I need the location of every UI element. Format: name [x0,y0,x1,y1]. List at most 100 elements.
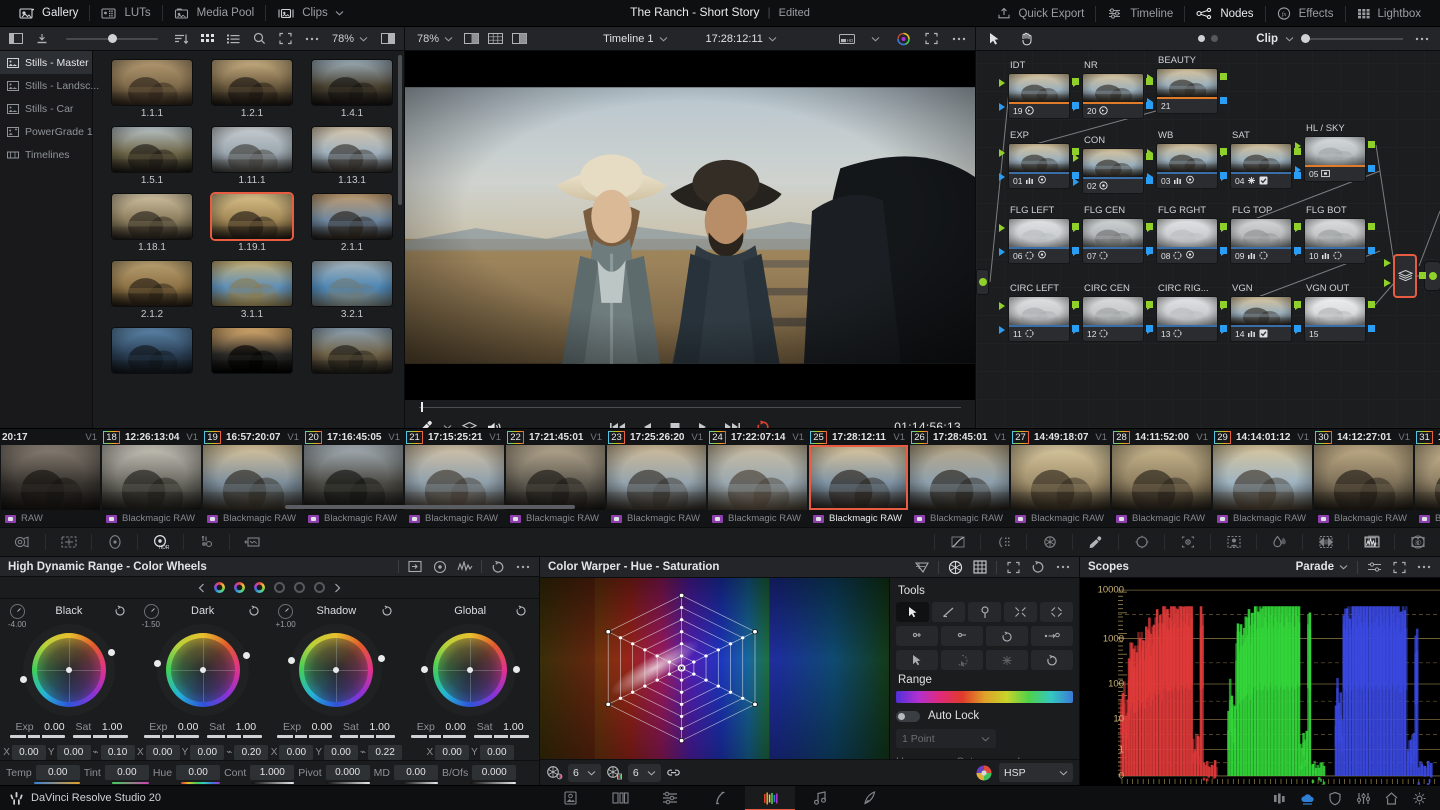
timeline-clip[interactable]: 25 17:28:12:11 V1 Blackmagic RAW [808,429,909,527]
node-input-blue-port[interactable] [1147,173,1153,181]
toolbar-nodes[interactable]: Nodes [1185,0,1264,27]
color-node[interactable]: SAT 04 [1230,143,1292,189]
node-input-green-port[interactable] [1221,302,1227,310]
node-input-blue-port[interactable] [1073,326,1079,334]
gallery-still[interactable]: 1.18.1 [104,194,200,253]
log-wheels-icon[interactable] [230,528,275,556]
gallery-still[interactable] [204,328,300,376]
node-input-green-port[interactable] [1147,74,1153,82]
extra-value[interactable]: 0.22 [368,745,402,760]
node-input-blue-port[interactable] [1147,326,1153,334]
node-input-green-port[interactable] [1295,142,1301,150]
node-box[interactable]: 03 [1156,143,1218,189]
gallery-still[interactable]: 2.1.2 [104,261,200,320]
move-to-point-icon[interactable] [1031,626,1073,646]
node-output-blue-port[interactable] [1368,325,1375,332]
node-input-blue-port[interactable] [999,248,1005,256]
node-input-green-port[interactable] [999,302,1005,310]
color-wheel-control[interactable] [157,624,249,716]
sidebar-item-timelines[interactable]: Timelines [0,143,92,166]
color-node[interactable]: HL / SKY 05 [1304,136,1366,182]
color-node[interactable]: CON 02 [1082,148,1144,194]
wheel-ring-knob[interactable] [421,666,428,673]
pick-arrow-icon[interactable] [896,650,938,670]
output-node[interactable] [1424,261,1440,291]
media-page-button[interactable] [545,786,595,810]
still-thumbnail[interactable] [212,261,292,306]
point-count-select[interactable]: 1 Point [896,729,996,748]
node-output-green-port[interactable] [1368,223,1375,230]
link-icon[interactable] [666,766,681,779]
timeline-clip[interactable]: 26 17:28:45:01 V1 Blackmagic RAW [909,429,1010,527]
chevron-down-icon[interactable] [863,29,887,49]
y-value[interactable]: 0.00 [57,745,91,760]
sidebar-item-stills-master[interactable]: Stills - Master [0,51,92,74]
more-options-icon[interactable] [947,29,971,49]
clip-thumbnail[interactable] [405,445,504,510]
auto-lock-toggle[interactable] [896,711,920,722]
x-value[interactable]: 0.00 [279,745,313,760]
node-input-green-port[interactable] [1147,224,1153,232]
node-box[interactable]: 08 [1156,218,1218,264]
exp-value[interactable]: 0.00 [170,721,198,733]
color-page-button[interactable] [745,786,795,810]
sat-value[interactable]: 1.00 [228,721,256,733]
clip-thumbnail[interactable] [910,445,1009,510]
split-screen-icon[interactable] [459,29,483,49]
cloud-icon[interactable] [1294,786,1320,810]
node-input-blue-port[interactable] [999,326,1005,334]
blur-icon[interactable] [1257,528,1302,556]
field-value[interactable]: 0.00 [105,765,149,780]
node-input-blue-port[interactable] [1221,248,1227,256]
node-input-green-port[interactable] [1295,224,1301,232]
exp-slider[interactable] [411,735,466,738]
node-box[interactable]: 20 [1082,73,1144,119]
color-node[interactable]: VGN 14 [1230,296,1292,342]
clip-thumbnail[interactable] [1,445,100,510]
fullscreen-icon[interactable] [1001,558,1025,577]
timeline-clip[interactable]: 29 14:14:01:12 V1 Blackmagic RAW [1212,429,1313,527]
list-view-button[interactable] [222,29,246,49]
wheel-center-handle[interactable] [200,667,206,673]
clip-thumbnail[interactable] [1314,445,1413,510]
wheel-ring-knob[interactable] [154,660,161,667]
node-zoom-slider[interactable] [1301,38,1403,40]
timeline-clip[interactable]: 30 14:12:27:01 V1 Blackmagic RAW [1313,429,1414,527]
node-box[interactable]: 12 [1082,296,1144,342]
pin-icon[interactable] [968,602,1001,622]
wheel-page-indicator[interactable] [234,582,245,593]
node-box[interactable]: 10 [1304,218,1366,264]
wheel-dial-icon[interactable] [144,604,159,619]
clip-thumbnail[interactable] [809,445,908,510]
timeline-selector[interactable]: Timeline 1 [603,33,667,45]
still-thumbnail[interactable] [112,261,192,306]
field-value[interactable]: 0.000 [472,765,516,780]
clip-thumbnail[interactable] [1415,445,1440,510]
node-view-dot[interactable] [1211,35,1218,42]
y-value[interactable]: 0.00 [480,745,514,760]
viewer-scrubber[interactable] [405,400,975,414]
field-value[interactable]: 0.00 [36,765,80,780]
node-input-blue-port[interactable] [1221,173,1227,181]
node-input-blue-port[interactable] [999,173,1005,181]
still-thumbnail[interactable] [212,60,292,105]
toolbar-timeline[interactable]: Timeline [1096,0,1184,27]
color-node[interactable]: EXP 01 [1008,143,1070,189]
node-output-green-port[interactable] [1220,73,1227,80]
wheel-page-indicator[interactable] [214,582,225,593]
node-input-blue-port[interactable] [1073,178,1079,186]
color-node[interactable]: FLG LEFT 06 [1008,218,1070,264]
fusion-page-button[interactable] [695,786,745,810]
node-output-green-port[interactable] [1368,141,1375,148]
search-icon[interactable] [248,29,272,49]
color-wheel-control[interactable] [424,624,516,716]
toolbar-media-pool[interactable]: Media Pool [163,0,266,27]
layer-input-port-2[interactable] [1384,279,1391,287]
source-node[interactable] [976,269,989,295]
gallery-still[interactable]: 3.1.1 [204,261,300,320]
clip-thumbnail[interactable] [506,445,605,510]
reset-grid-icon[interactable] [1031,650,1073,670]
lasso-select-icon[interactable] [941,650,983,670]
gallery-still[interactable] [304,328,400,376]
color-node[interactable]: BEAUTY 21 [1156,68,1218,114]
